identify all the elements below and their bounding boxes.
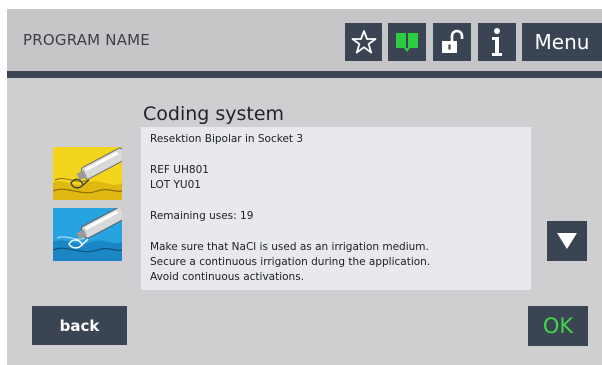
favorite-button[interactable] <box>345 23 382 61</box>
manual-button[interactable] <box>388 23 426 61</box>
info-icon <box>492 28 502 56</box>
resectoscope-yellow-tissue-image <box>52 147 127 200</box>
resectoscope-blue-irrigation-image <box>52 206 127 261</box>
coding-info-panel: Resektion Bipolar in Socket 3 REF UH801 … <box>141 127 531 290</box>
unlock-icon <box>442 29 464 53</box>
instruction-line: Secure a continuous irrigation during th… <box>150 256 431 268</box>
page-title: Coding system <box>143 103 285 125</box>
ok-button[interactable]: OK <box>528 306 588 346</box>
header-divider <box>7 71 602 78</box>
ref-line: REF UH801 <box>150 164 209 176</box>
menu-button[interactable]: Menu <box>522 23 602 61</box>
instruction-line: Make sure that NaCl is used as an irriga… <box>150 241 429 253</box>
triangle-down-icon <box>557 233 577 249</box>
scroll-down-button[interactable] <box>547 221 587 261</box>
book-icon <box>396 33 418 52</box>
star-outline-icon <box>351 30 376 54</box>
back-button[interactable]: back <box>32 306 127 345</box>
info-button[interactable] <box>478 23 516 61</box>
remaining-uses-line: Remaining uses: 19 <box>150 210 254 222</box>
instrument-line: Resektion Bipolar in Socket 3 <box>150 133 304 145</box>
screen: PROGRAM NAME Menu Coding system Resektio… <box>7 9 602 365</box>
lot-line: LOT YU01 <box>150 179 201 191</box>
instruction-line: Avoid continuous activations. <box>150 271 305 283</box>
header-bar: PROGRAM NAME Menu <box>7 9 602 71</box>
unlock-button[interactable] <box>433 23 471 61</box>
program-name: PROGRAM NAME <box>23 31 150 49</box>
